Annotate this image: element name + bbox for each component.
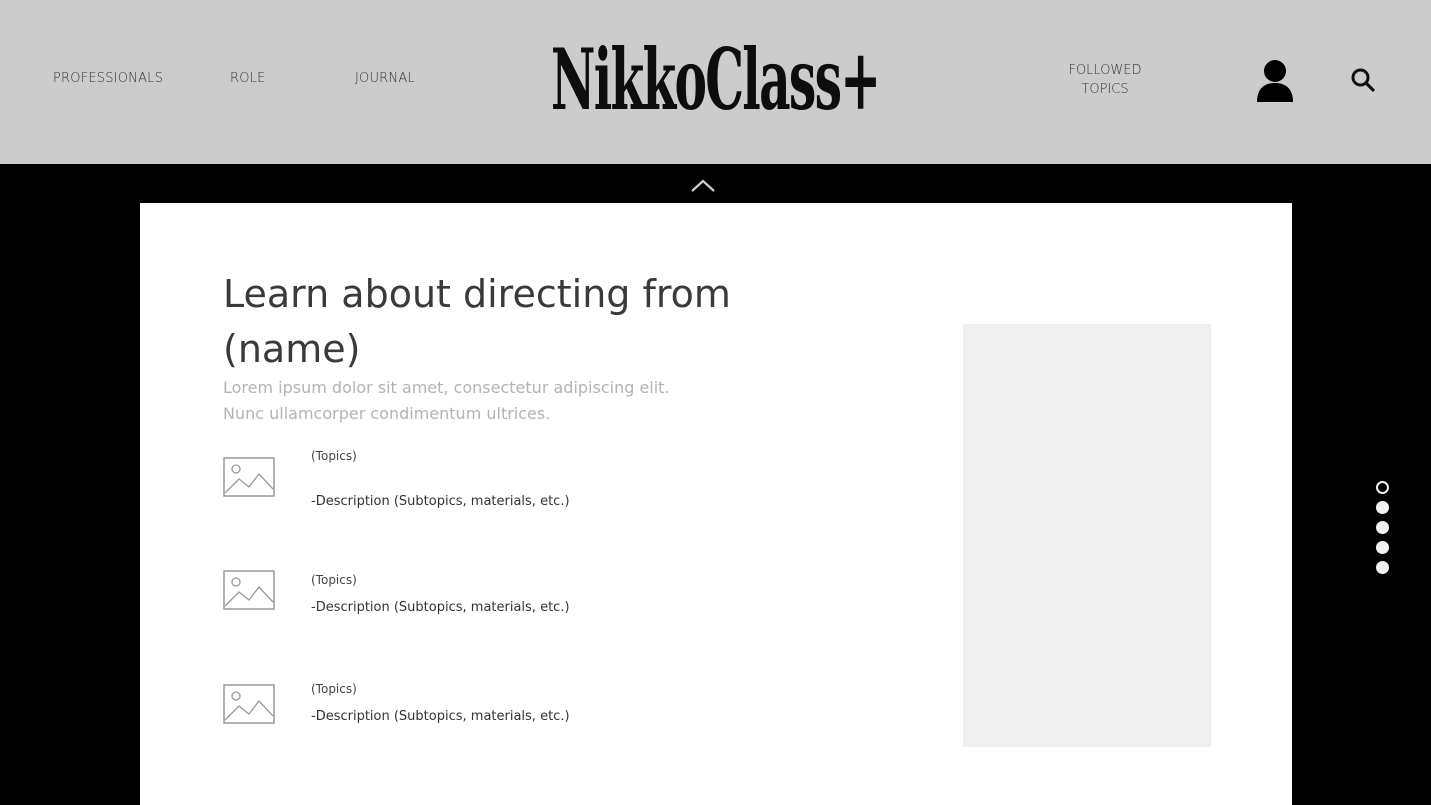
page-title: Learn about directing from (name) [223, 272, 731, 371]
topic-item[interactable]: (Topics) -Description (Subtopics, materi… [223, 449, 723, 509]
logo[interactable]: NikkoClass+ [540, 30, 890, 130]
search-icon[interactable] [1350, 67, 1376, 93]
topic-label: (Topics) [311, 449, 357, 463]
topic-item[interactable]: (Topics) -Description (Subtopics, materi… [223, 570, 723, 633]
pager-dot-1[interactable] [1376, 481, 1389, 494]
logo-text: NikkoClass+ [550, 30, 881, 129]
topic-description: -Description (Subtopics, materials, etc.… [311, 494, 570, 509]
pager-dot-2[interactable] [1376, 501, 1389, 514]
pager-dot-5[interactable] [1376, 561, 1389, 574]
nav-journal[interactable]: JOURNAL [355, 71, 415, 86]
subtitle-line-2: Nunc ullamcorper condimentum ultrices. [223, 404, 551, 423]
topic-label: (Topics) [311, 682, 357, 696]
chevron-up-icon[interactable] [688, 176, 718, 196]
topic-item[interactable]: (Topics) -Description (Subtopics, materi… [223, 682, 723, 742]
image-placeholder-icon [223, 570, 275, 610]
topic-description: -Description (Subtopics, materials, etc.… [311, 600, 570, 615]
site-header: PROFESSIONALS ROLE JOURNAL NikkoClass+ F… [0, 0, 1431, 164]
nav-role[interactable]: ROLE [230, 71, 266, 86]
nav-professionals[interactable]: PROFESSIONALS [53, 71, 163, 86]
followed-topics-line1: FOLLOWED [1068, 63, 1142, 78]
pager-dot-4[interactable] [1376, 541, 1389, 554]
topic-label: (Topics) [311, 573, 357, 587]
followed-topics-link[interactable]: FOLLOWED TOPICS [1060, 61, 1150, 99]
followed-topics-line2: TOPICS [1081, 82, 1129, 97]
subtitle-line-1: Lorem ipsum dolor sit amet, consectetur … [223, 378, 670, 397]
course-card: Learn about directing from (name) Lorem … [140, 203, 1292, 805]
subtitle: Lorem ipsum dolor sit amet, consectetur … [223, 375, 743, 427]
topic-description: -Description (Subtopics, materials, etc.… [311, 709, 570, 724]
pager-dot-3[interactable] [1376, 521, 1389, 534]
section-pager [1376, 480, 1390, 580]
image-panel [963, 324, 1211, 747]
image-placeholder-icon [223, 684, 275, 724]
user-icon[interactable] [1255, 58, 1295, 102]
image-placeholder-icon [223, 457, 275, 497]
